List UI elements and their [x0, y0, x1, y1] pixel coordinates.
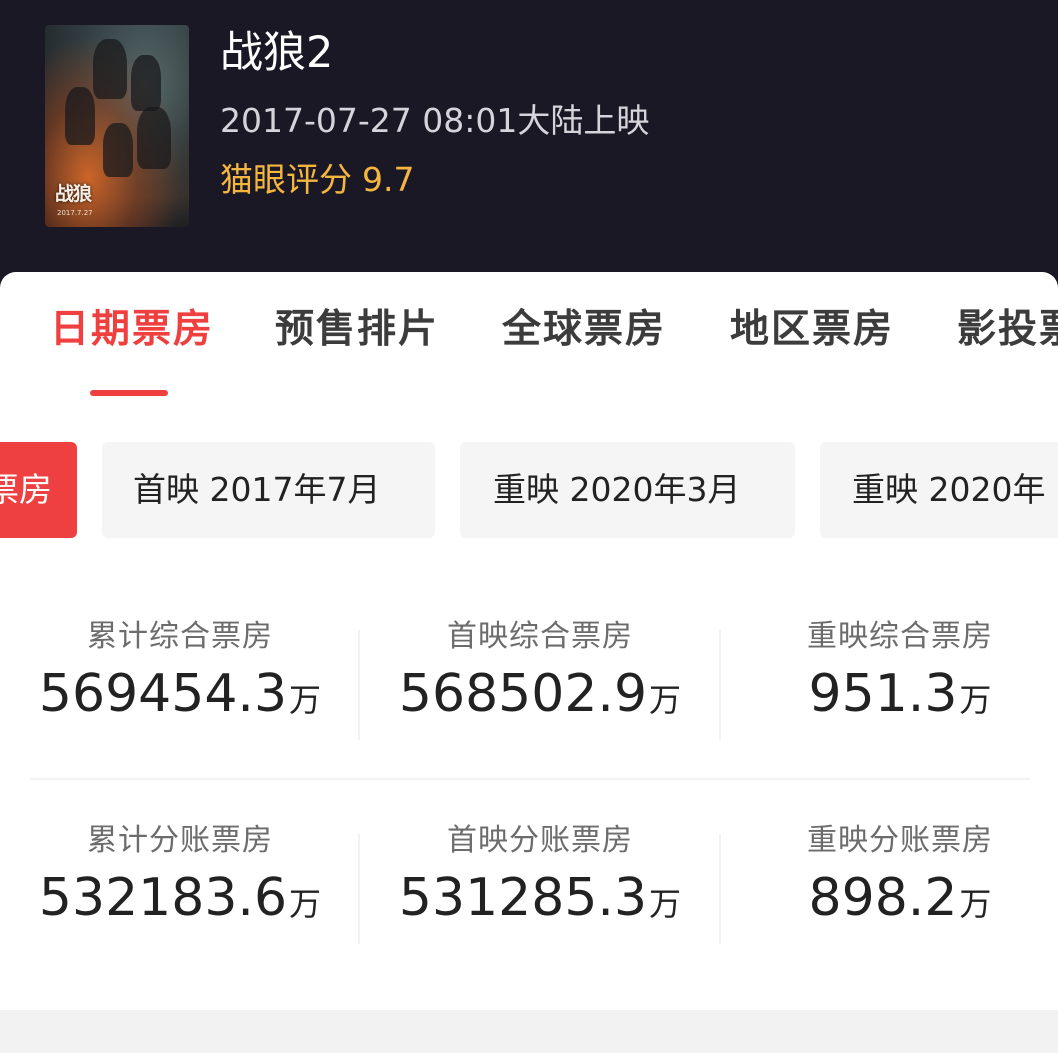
active-tab-indicator [90, 390, 168, 396]
stat-label: 首映综合票房 [447, 619, 633, 654]
poster-date: 2017.7.27 [57, 209, 93, 217]
stat-value: 532183.6万 [38, 868, 322, 928]
rating-label: 猫眼评分 [220, 160, 352, 199]
tab-global-box-office[interactable]: 全球票房 [502, 310, 666, 349]
stat-label: 累计分账票房 [87, 823, 273, 858]
stat-value: 951.3万 [808, 664, 992, 724]
chip-premiere-2017-07[interactable]: 首映 2017年7月 [102, 442, 435, 538]
stat-label: 重映综合票房 [807, 619, 993, 654]
box-office-card: 日期票房 预售排片 全球票房 地区票房 影投票 票房 首映 2017年7月 重映… [0, 272, 1058, 1053]
rating: 猫眼评分 9.7 [220, 163, 414, 196]
tab-regional-box-office[interactable]: 地区票房 [730, 310, 894, 349]
stat-label: 首映分账票房 [447, 823, 633, 858]
chip-rerelease-2020[interactable]: 重映 2020年 [820, 442, 1058, 538]
section-separator [0, 1010, 1058, 1053]
poster-figure [65, 87, 95, 145]
poster-title: 战狼 [55, 183, 92, 205]
rating-score: 9.7 [362, 160, 415, 199]
poster-figure [131, 55, 161, 111]
stat-value: 531285.3万 [398, 868, 682, 928]
tab-bar: 日期票房 预售排片 全球票房 地区票房 影投票 [0, 302, 1058, 402]
tab-presale-schedule[interactable]: 预售排片 [275, 310, 439, 349]
stat-rerelease-gross: 重映综合票房 951.3万 [720, 619, 1058, 724]
movie-header: 战狼 2017.7.27 战狼2 2017-07-27 08:01大陆上映 猫眼… [0, 0, 1058, 275]
column-divider [719, 630, 721, 740]
movie-title: 战狼2 [220, 28, 334, 78]
column-divider [358, 630, 360, 740]
movie-poster[interactable]: 战狼 2017.7.27 [45, 25, 189, 227]
stat-label: 重映分账票房 [807, 823, 993, 858]
stat-value: 898.2万 [808, 868, 992, 928]
release-filter-chips: 票房 首映 2017年7月 重映 2020年3月 重映 2020年 [0, 442, 1058, 538]
release-info: 2017-07-27 08:01大陆上映 [220, 101, 650, 140]
tab-daily-box-office[interactable]: 日期票房 [50, 310, 214, 349]
column-divider [358, 834, 360, 944]
poster-figure [137, 107, 171, 169]
stat-value: 569454.3万 [38, 664, 322, 724]
stat-rerelease-split: 重映分账票房 898.2万 [720, 823, 1058, 928]
column-divider [719, 834, 721, 944]
stat-premiere-split: 首映分账票房 531285.3万 [360, 823, 720, 928]
chip-rerelease-2020-03[interactable]: 重映 2020年3月 [460, 442, 795, 538]
stat-label: 累计综合票房 [87, 619, 273, 654]
stat-total-gross: 累计综合票房 569454.3万 [0, 619, 360, 724]
row-divider [30, 778, 1030, 780]
stat-value: 568502.9万 [398, 664, 682, 724]
chip-total[interactable]: 票房 [0, 442, 77, 538]
stat-premiere-gross: 首映综合票房 568502.9万 [360, 619, 720, 724]
poster-figure [103, 123, 133, 177]
tab-cinema-investment[interactable]: 影投票 [957, 310, 1058, 349]
stat-total-split: 累计分账票房 532183.6万 [0, 823, 360, 928]
poster-figure [93, 39, 127, 99]
